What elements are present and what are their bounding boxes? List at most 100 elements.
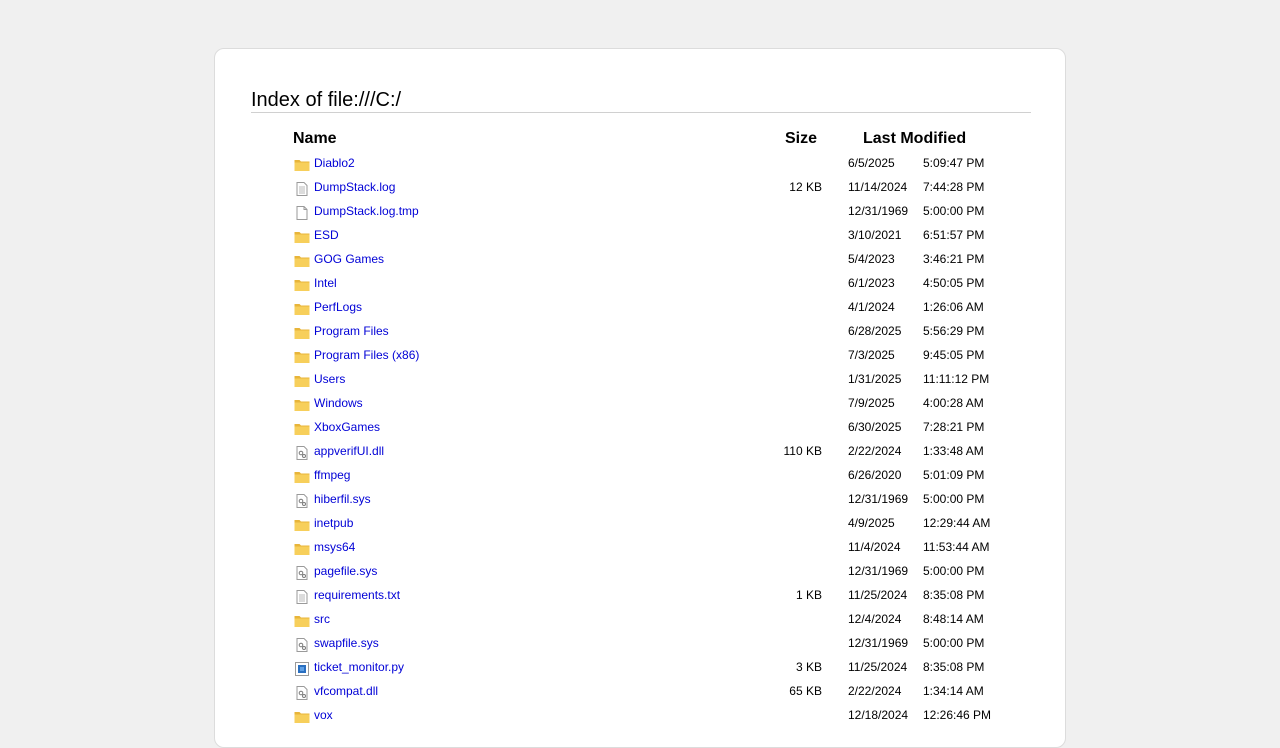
file-row: pagefile.sys 12/31/1969 5:00:00 PM <box>215 559 1065 583</box>
file-modified-date: 11/25/2024 <box>848 660 908 674</box>
file-link[interactable]: src <box>314 607 330 631</box>
file-link[interactable]: Program Files <box>314 319 389 343</box>
file-row: vox 12/18/2024 12:26:46 PM <box>215 703 1065 727</box>
file-modified-time: 3:46:21 PM <box>923 252 985 266</box>
system-file-icon <box>294 492 310 508</box>
file-row: swapfile.sys 12/31/1969 5:00:00 PM <box>215 631 1065 655</box>
file-modified-time: 11:53:44 AM <box>923 540 990 554</box>
text-file-icon <box>294 588 310 604</box>
file-link[interactable]: DumpStack.log.tmp <box>314 199 419 223</box>
file-modified-time: 1:34:14 AM <box>923 684 984 698</box>
folder-icon <box>294 156 310 171</box>
file-link[interactable]: Diablo2 <box>314 151 355 175</box>
file-link[interactable]: ticket_monitor.py <box>314 655 404 679</box>
folder-icon <box>294 300 310 315</box>
folder-icon <box>294 276 310 291</box>
file-link[interactable]: swapfile.sys <box>314 631 379 655</box>
file-link[interactable]: ESD <box>314 223 339 247</box>
file-link[interactable]: ffmpeg <box>314 463 350 487</box>
file-row: Program Files (x86) 7/3/2025 9:45:05 PM <box>215 343 1065 367</box>
file-link[interactable]: GOG Games <box>314 247 384 271</box>
file-size: 1 KB <box>795 588 822 602</box>
file-modified-time: 11:11:12 PM <box>923 372 990 386</box>
file-link[interactable]: Program Files (x86) <box>314 343 419 367</box>
file-modified-time: 7:28:21 PM <box>923 420 985 434</box>
file-row: Intel 6/1/2023 4:50:05 PM <box>215 271 1065 295</box>
file-row: DumpStack.log 12 KB 11/14/2024 7:44:28 PM <box>215 175 1065 199</box>
file-row: Program Files 6/28/2025 5:56:29 PM <box>215 319 1065 343</box>
file-modified-time: 4:50:05 PM <box>923 276 985 290</box>
file-link[interactable]: inetpub <box>314 511 353 535</box>
column-header-name[interactable]: Name <box>293 129 337 149</box>
file-modified-date: 6/5/2025 <box>848 156 895 170</box>
system-file-icon <box>294 444 310 460</box>
folder-icon <box>294 324 310 339</box>
system-file-icon <box>294 564 310 580</box>
file-link[interactable]: Intel <box>314 271 337 295</box>
file-link[interactable]: vox <box>314 703 333 727</box>
file-modified-time: 5:01:09 PM <box>923 468 985 482</box>
file-modified-date: 12/4/2024 <box>848 612 902 626</box>
file-link[interactable]: pagefile.sys <box>314 559 377 583</box>
system-file-icon <box>294 684 310 700</box>
file-row: Users 1/31/2025 11:11:12 PM <box>215 367 1065 391</box>
file-row: vfcompat.dll 65 KB 2/22/2024 1:34:14 AM <box>215 679 1065 703</box>
file-modified-time: 8:48:14 AM <box>923 612 984 626</box>
file-list: Diablo2 6/5/2025 5:09:47 PM DumpStack.log 12… <box>215 151 1065 727</box>
folder-icon <box>294 372 310 387</box>
file-modified-time: 8:35:08 PM <box>923 660 985 674</box>
file-modified-date: 7/3/2025 <box>848 348 895 362</box>
folder-icon <box>294 468 310 483</box>
file-modified-time: 5:09:47 PM <box>923 156 985 170</box>
column-header-last-modified[interactable]: Last Modified <box>863 129 966 149</box>
file-modified-date: 11/25/2024 <box>848 588 908 602</box>
file-modified-time: 5:00:00 PM <box>923 204 985 218</box>
file-row: ffmpeg 6/26/2020 5:01:09 PM <box>215 463 1065 487</box>
column-header-size[interactable]: Size <box>785 129 817 149</box>
folder-icon <box>294 396 310 411</box>
file-link[interactable]: vfcompat.dll <box>314 679 378 703</box>
file-row: requirements.txt 1 KB 11/25/2024 8:35:08 PM <box>215 583 1065 607</box>
file-modified-date: 12/31/1969 <box>848 492 909 506</box>
file-modified-time: 1:33:48 AM <box>923 444 984 458</box>
folder-icon <box>294 540 310 555</box>
file-modified-time: 5:00:00 PM <box>923 636 985 650</box>
file-modified-time: 8:35:08 PM <box>923 588 985 602</box>
file-link[interactable]: appverifUI.dll <box>314 439 384 463</box>
file-link[interactable]: XboxGames <box>314 415 380 439</box>
file-modified-time: 5:56:29 PM <box>923 324 985 338</box>
file-modified-date: 11/14/2024 <box>848 180 908 194</box>
file-link[interactable]: msys64 <box>314 535 355 559</box>
folder-icon <box>294 252 310 267</box>
file-modified-time: 12:29:44 AM <box>923 516 991 530</box>
file-modified-date: 5/4/2023 <box>848 252 895 266</box>
file-modified-date: 6/1/2023 <box>848 276 895 290</box>
file-size: 110 KB <box>783 444 822 458</box>
file-modified-date: 2/22/2024 <box>848 684 902 698</box>
file-link[interactable]: Users <box>314 367 345 391</box>
page-title: Index of file:///C:/ <box>251 89 402 111</box>
file-size: 65 KB <box>789 684 822 698</box>
file-modified-time: 12:26:46 PM <box>923 708 992 722</box>
file-link[interactable]: DumpStack.log <box>314 175 395 199</box>
file-modified-time: 5:00:00 PM <box>923 564 985 578</box>
file-modified-time: 1:26:06 AM <box>923 300 984 314</box>
blank-file-icon <box>294 204 310 220</box>
folder-icon <box>294 420 310 435</box>
file-row: msys64 11/4/2024 11:53:44 AM <box>215 535 1065 559</box>
system-file-icon <box>294 636 310 652</box>
file-link[interactable]: requirements.txt <box>314 583 400 607</box>
file-modified-date: 12/31/1969 <box>848 204 909 218</box>
file-modified-time: 7:44:28 PM <box>923 180 985 194</box>
file-modified-date: 12/31/1969 <box>848 636 909 650</box>
file-modified-date: 3/10/2021 <box>848 228 902 242</box>
file-row: XboxGames 6/30/2025 7:28:21 PM <box>215 415 1065 439</box>
file-modified-date: 4/9/2025 <box>848 516 895 530</box>
file-link[interactable]: PerfLogs <box>314 295 362 319</box>
text-file-icon <box>294 180 310 196</box>
file-link[interactable]: hiberfil.sys <box>314 487 371 511</box>
file-modified-date: 1/31/2025 <box>848 372 902 386</box>
file-link[interactable]: Windows <box>314 391 363 415</box>
file-row: src 12/4/2024 8:48:14 AM <box>215 607 1065 631</box>
file-modified-time: 4:00:28 AM <box>923 396 984 410</box>
